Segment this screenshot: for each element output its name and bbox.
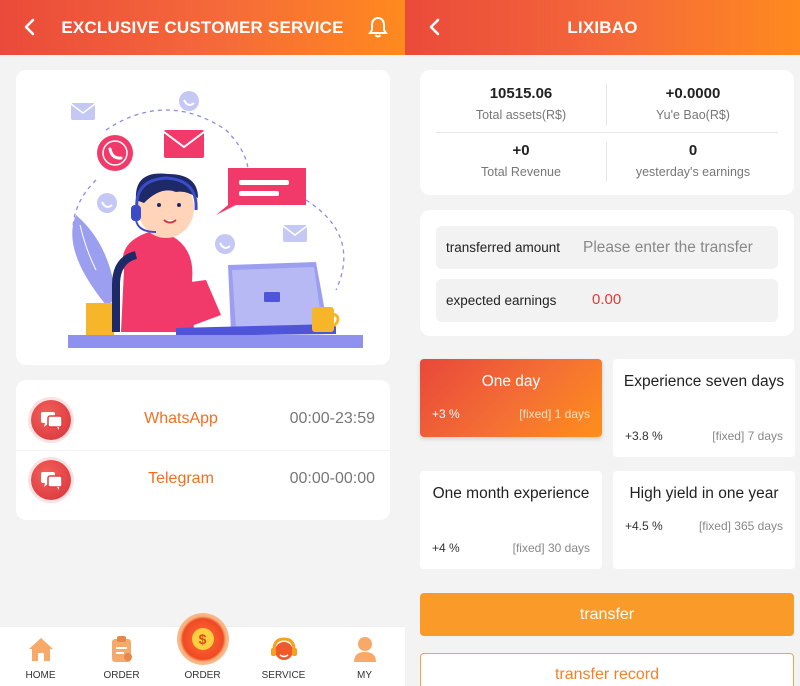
plan-name: Experience seven days [623,373,785,390]
user-icon [353,637,376,662]
tab-order[interactable]: ORDER [81,627,162,686]
transfer-amount-input[interactable] [583,226,773,269]
stat-label: yesterday's earnings [635,165,751,179]
stat-yuebao: +0.0000 Yu'e Bao(R$) [608,85,778,122]
tab-label: SERVICE [261,670,306,681]
plan-term: [fixed] 1 days [519,407,590,421]
headset-icon [270,637,297,660]
coin-icon: $ [176,613,229,665]
stat-total-assets: 10515.06 Total assets(R$) [436,85,606,122]
stat-label: Total Revenue [481,165,561,179]
bottom-tab-bar: HOME ORDER $ ORDER SERVICE MY [0,613,405,686]
chat-bubble-icon [31,400,71,440]
page-title: EXCLUSIVE CUSTOMER SERVICE [61,17,344,37]
plan-term: [fixed] 30 days [512,541,590,555]
tab-label: HOME [25,670,56,681]
expected-earnings-field: expected earnings 0.00 [436,279,778,322]
stat-yesterday-earnings: 0 yesterday's earnings [608,142,778,179]
plan-name: One month experience [432,485,590,502]
contact-name: WhatsApp [144,410,218,427]
home-icon [28,638,53,661]
plan-one-month[interactable]: One month experience +4 % [fixed] 30 day… [420,471,602,569]
plan-one-year[interactable]: High yield in one year +4.5 % [fixed] 36… [613,471,795,569]
plan-one-day[interactable]: One day +3 % [fixed] 1 days [420,359,602,437]
contact-name: Telegram [148,470,214,487]
plan-rate: +3 % [432,407,460,421]
stat-value: +0.0000 [665,85,721,102]
lixibao-screen: LIXIBAO 10515.06 Total assets(R$) +0.000… [405,0,800,686]
clipboard-icon [111,636,132,662]
tab-service[interactable]: SERVICE [243,627,324,686]
customer-service-illustration [68,91,363,348]
bell-icon[interactable] [367,15,389,39]
plan-term: [fixed] 7 days [712,429,783,443]
back-arrow-icon[interactable] [425,15,445,39]
field-label: expected earnings [446,293,557,308]
divider [606,142,607,182]
transfer-amount-field: transferred amount [436,226,778,269]
stat-total-revenue: +0 Total Revenue [436,142,606,179]
transfer-record-button[interactable]: transfer record [420,653,794,686]
stat-value: 10515.06 [489,85,553,102]
tab-my[interactable]: MY [324,627,405,686]
plan-term: [fixed] 365 days [698,519,783,533]
tab-label: ORDER [103,670,140,681]
plan-name: High yield in one year [629,485,779,502]
customer-service-screen: EXCLUSIVE CUSTOMER SERVICE WhatsApp 00:0… [0,0,405,686]
field-label: transferred amount [446,240,561,255]
tab-label: ORDER [184,670,221,681]
transfer-input-card: transferred amount expected earnings 0.0… [420,210,794,336]
stat-label: Total assets(R$) [475,108,567,122]
page-title: LIXIBAO [567,17,638,37]
back-arrow-icon[interactable] [20,15,40,39]
tab-order-center[interactable]: $ ORDER [162,613,243,686]
contact-row-whatsapp[interactable]: WhatsApp 00:00-23:59 [16,390,390,450]
assets-summary-card: 10515.06 Total assets(R$) +0.0000 Yu'e B… [420,70,794,195]
transfer-button[interactable]: transfer [420,593,794,636]
tab-home[interactable]: HOME [0,627,81,686]
header-bar: LIXIBAO [405,0,800,55]
contact-hours: 00:00-23:59 [289,410,375,427]
stat-label: Yu'e Bao(R$) [656,108,730,122]
contact-list: WhatsApp 00:00-23:59 Telegram 00:00-00:0… [16,380,390,520]
tab-label: MY [357,670,372,681]
plan-seven-days[interactable]: Experience seven days +3.8 % [fixed] 7 d… [613,359,795,457]
plan-rate: +3.8 % [625,429,663,443]
contact-hours: 00:00-00:00 [289,470,375,487]
chat-bubble-icon [31,460,71,500]
divider [606,84,607,126]
divider [436,132,778,133]
customer-service-illustration-card [16,70,390,365]
expected-earnings-value: 0.00 [592,291,622,308]
header-bar: EXCLUSIVE CUSTOMER SERVICE [0,0,405,55]
plan-rate: +4.5 % [625,519,663,533]
stat-value: 0 [688,142,698,159]
plan-rate: +4 % [432,541,460,555]
contact-row-telegram[interactable]: Telegram 00:00-00:00 [16,450,390,510]
plan-name: One day [481,373,541,390]
stat-value: +0 [512,142,530,159]
